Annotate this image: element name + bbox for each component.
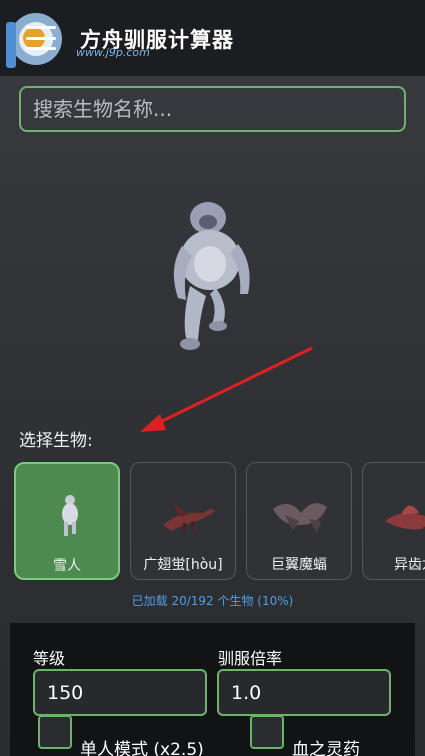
dimetrodon-icon	[385, 505, 425, 530]
creature-name: 雪人	[53, 558, 81, 574]
blood-potion-label: 血之灵药	[292, 740, 360, 756]
single-mode-checkbox[interactable]	[38, 715, 72, 749]
search-input[interactable]	[19, 86, 406, 132]
blood-potion-checkbox[interactable]	[250, 715, 284, 749]
creature-card-wyvern[interactable]: 广翅蛍[hòu]	[130, 462, 236, 580]
taming-settings-panel: 等级 150 驯服倍率 1.0 单人模式 (x2.5) 血之灵药	[10, 623, 415, 756]
creature-name: 巨翼魔蝠	[271, 557, 327, 573]
creature-name: 广翅蛍[hòu]	[143, 557, 223, 573]
creature-card-dimetrodon[interactable]: 异齿龙	[362, 462, 425, 580]
annotation-arrow-icon	[140, 346, 313, 432]
menu-icon[interactable]	[26, 26, 56, 50]
loaded-status-text: 已加载 20/192 个生物 (10%)	[131, 594, 294, 608]
yeti-icon	[62, 495, 78, 536]
level-input[interactable]: 150	[33, 669, 207, 716]
single-mode-label: 单人模式 (x2.5)	[80, 740, 204, 756]
select-creature-label: 选择生物:	[19, 431, 93, 451]
level-label: 等级	[33, 649, 66, 668]
creature-preview-image	[173, 202, 250, 350]
app-bar: 方舟驯服计算器 www.j9p.com	[0, 0, 425, 76]
bat-icon	[273, 503, 327, 533]
taming-rate-input[interactable]: 1.0	[217, 669, 391, 716]
creature-name: 异齿龙	[394, 557, 425, 573]
wyvern-icon	[163, 503, 215, 533]
creature-carousel[interactable]: 雪人 广翅蛍[hòu] 巨翼魔蝠 异齿龙	[14, 462, 425, 582]
taming-rate-label: 驯服倍率	[218, 649, 283, 668]
watermark-url: www.j9p.com	[76, 46, 150, 59]
creature-card-yeti[interactable]: 雪人	[14, 462, 120, 580]
creature-card-bat[interactable]: 巨翼魔蝠	[246, 462, 352, 580]
